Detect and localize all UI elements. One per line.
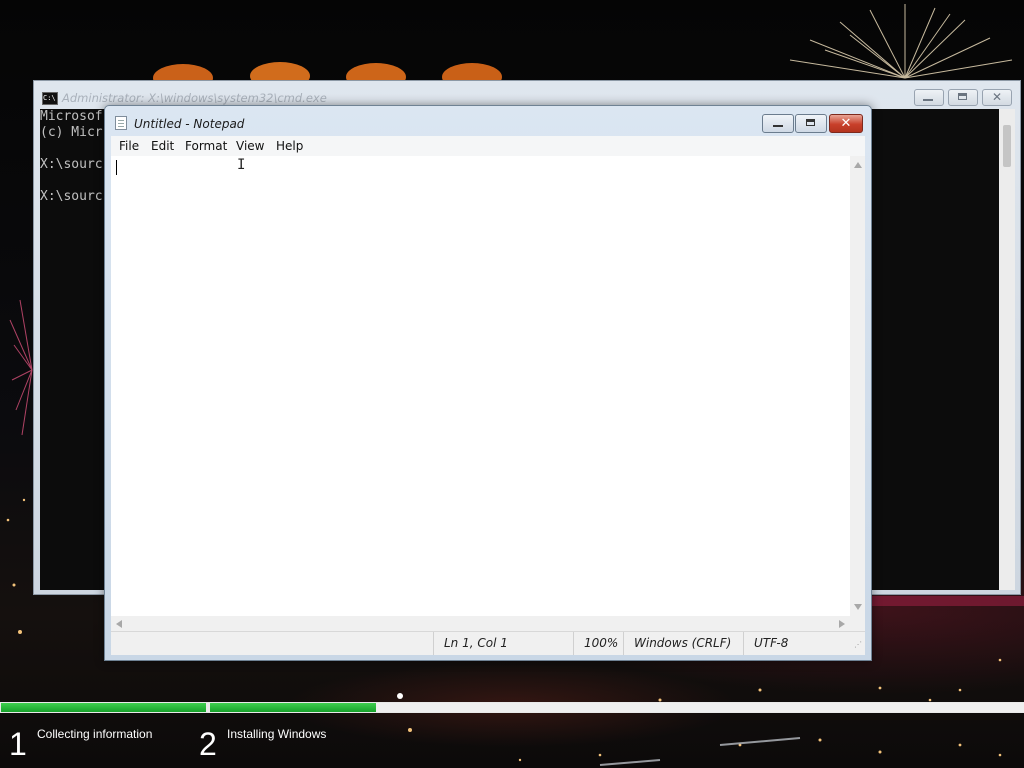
scroll-left-icon[interactable] — [116, 620, 122, 628]
minimize-icon — [773, 125, 783, 127]
cmd-vertical-scrollbar[interactable] — [999, 109, 1015, 590]
resize-grip-icon[interactable]: ⋰ — [854, 640, 862, 650]
step-2-number: 2 — [199, 726, 217, 762]
menu-edit[interactable]: Edit — [151, 139, 174, 153]
notepad-titlebar[interactable]: Untitled - Notepad ✕ — [105, 106, 871, 136]
scroll-right-icon[interactable] — [839, 620, 845, 628]
notepad-minimize-button[interactable] — [762, 114, 794, 133]
cmd-maximize-button[interactable] — [948, 89, 978, 106]
notepad-window-title: Untitled - Notepad — [134, 117, 245, 131]
status-cursor-position: Ln 1, Col 1 — [433, 632, 573, 655]
cmd-minimize-button[interactable] — [914, 89, 944, 106]
notepad-window[interactable]: Untitled - Notepad ✕ File Edit Format Vi… — [104, 105, 872, 661]
menu-view[interactable]: View — [236, 139, 264, 153]
step-1-label: Collecting information — [37, 727, 153, 741]
menu-format[interactable]: Format — [185, 139, 227, 153]
step-1-number: 1 — [9, 726, 27, 762]
maximize-icon — [806, 119, 815, 126]
notepad-maximize-button[interactable] — [795, 114, 827, 133]
notepad-close-button[interactable]: ✕ — [829, 114, 863, 133]
notepad-text-area[interactable]: I — [111, 156, 850, 616]
progress-step-1-fill — [1, 703, 206, 712]
menu-help[interactable]: Help — [276, 139, 303, 153]
notepad-menubar: File Edit Format View Help — [111, 136, 865, 156]
cmd-app-icon: C:\ — [42, 92, 58, 105]
status-line-ending: Windows (CRLF) — [623, 632, 743, 655]
minimize-icon — [923, 99, 933, 101]
text-caret — [116, 160, 117, 175]
scrollbar-corner — [850, 616, 865, 631]
notepad-vertical-scrollbar[interactable] — [850, 156, 865, 616]
close-icon: ✕ — [840, 116, 852, 131]
maximize-icon — [958, 93, 967, 100]
ibeam-cursor-icon: I — [237, 157, 246, 173]
notepad-status-bar: Ln 1, Col 1 100% Windows (CRLF) UTF-8 ⋰ — [111, 631, 865, 655]
status-encoding: UTF-8 — [743, 632, 853, 655]
cmd-close-button[interactable]: ✕ — [982, 89, 1012, 106]
scroll-up-icon[interactable] — [854, 162, 862, 168]
status-zoom-level: 100% — [573, 632, 623, 655]
step-2-label: Installing Windows — [227, 727, 327, 741]
close-icon: ✕ — [991, 90, 1003, 104]
cmd-scroll-thumb[interactable] — [1003, 125, 1011, 167]
scroll-down-icon[interactable] — [854, 604, 862, 610]
cmd-window-title: Administrator: X:\windows\system32\cmd.e… — [62, 91, 327, 105]
progress-step-2-fill — [210, 703, 376, 712]
menu-file[interactable]: File — [119, 139, 139, 153]
notepad-app-icon — [115, 116, 127, 130]
notepad-horizontal-scrollbar[interactable] — [111, 616, 850, 631]
